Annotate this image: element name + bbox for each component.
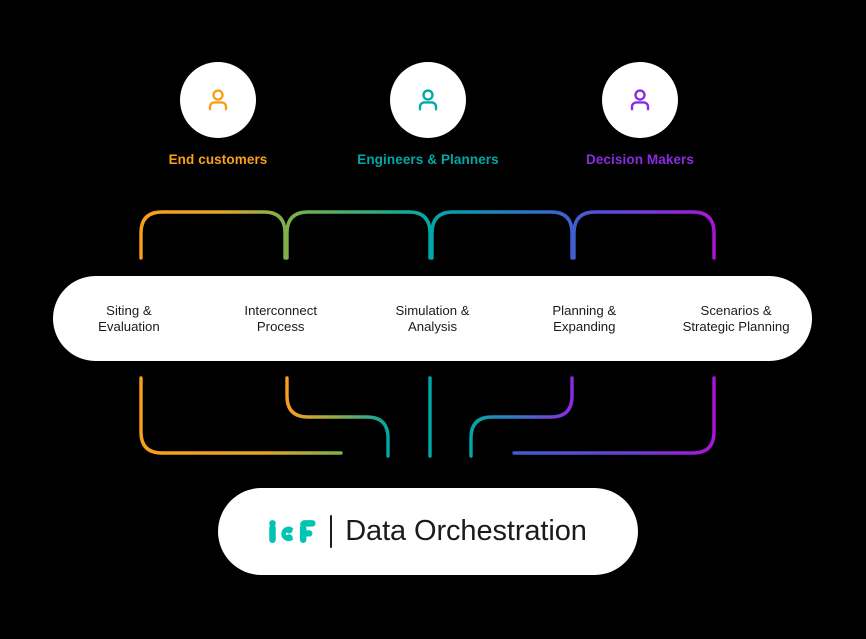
step-label-line1: Simulation & bbox=[395, 302, 470, 318]
person-icon bbox=[418, 89, 438, 111]
upper-arc-3 bbox=[430, 210, 574, 260]
step-label-line2: Strategic Planning bbox=[682, 318, 790, 334]
person-icon bbox=[208, 89, 228, 111]
persona-label-decision-makers: Decision Makers bbox=[585, 152, 695, 167]
upper-arc-4 bbox=[572, 210, 716, 260]
brand-row: Data Orchestration bbox=[269, 515, 587, 548]
lower-arc-1 bbox=[139, 376, 343, 455]
process-step-scenarios-strategic-planning[interactable]: Scenarios & Strategic Planning bbox=[660, 303, 812, 335]
icf-logo-icon bbox=[269, 520, 316, 543]
process-step-interconnect-process[interactable]: Interconnect Process bbox=[205, 303, 357, 335]
lower-arc-2 bbox=[285, 376, 390, 458]
step-label-line1: Interconnect bbox=[244, 302, 317, 318]
person-icon bbox=[630, 89, 650, 111]
lower-arc-4 bbox=[469, 376, 574, 458]
brand-divider bbox=[330, 515, 333, 548]
persona-label-end-customers: End customers bbox=[168, 152, 268, 167]
step-label-line1: Siting & bbox=[106, 302, 152, 318]
upper-arc-2 bbox=[285, 210, 432, 260]
lower-arc-5 bbox=[512, 376, 716, 455]
upper-arc-1 bbox=[139, 210, 287, 260]
persona-circle-engineers-planners[interactable] bbox=[390, 62, 466, 138]
step-label-line1: Planning & bbox=[552, 302, 617, 318]
step-label-line2: Analysis bbox=[407, 318, 458, 334]
process-capsule: Siting & Evaluation Interconnect Process… bbox=[53, 276, 812, 361]
step-label-line2: Process bbox=[256, 318, 305, 334]
step-label-line2: Expanding bbox=[553, 318, 616, 334]
data-orchestration-capsule[interactable]: Data Orchestration bbox=[218, 488, 638, 575]
diagram-canvas: End customers Engineers & Planners Decis… bbox=[0, 0, 866, 639]
process-step-siting-evaluation[interactable]: Siting & Evaluation bbox=[53, 303, 205, 335]
persona-circle-decision-makers[interactable] bbox=[602, 62, 678, 138]
process-step-planning-expanding[interactable]: Planning & Expanding bbox=[508, 303, 660, 335]
process-step-simulation-analysis[interactable]: Simulation & Analysis bbox=[357, 303, 509, 335]
step-label-line2: Evaluation bbox=[98, 318, 160, 334]
persona-circle-end-customers[interactable] bbox=[180, 62, 256, 138]
brand-title: Data Orchestration bbox=[345, 515, 587, 547]
step-label-line1: Scenarios & bbox=[700, 302, 772, 318]
persona-label-engineers-planners: Engineers & Planners bbox=[357, 152, 499, 167]
